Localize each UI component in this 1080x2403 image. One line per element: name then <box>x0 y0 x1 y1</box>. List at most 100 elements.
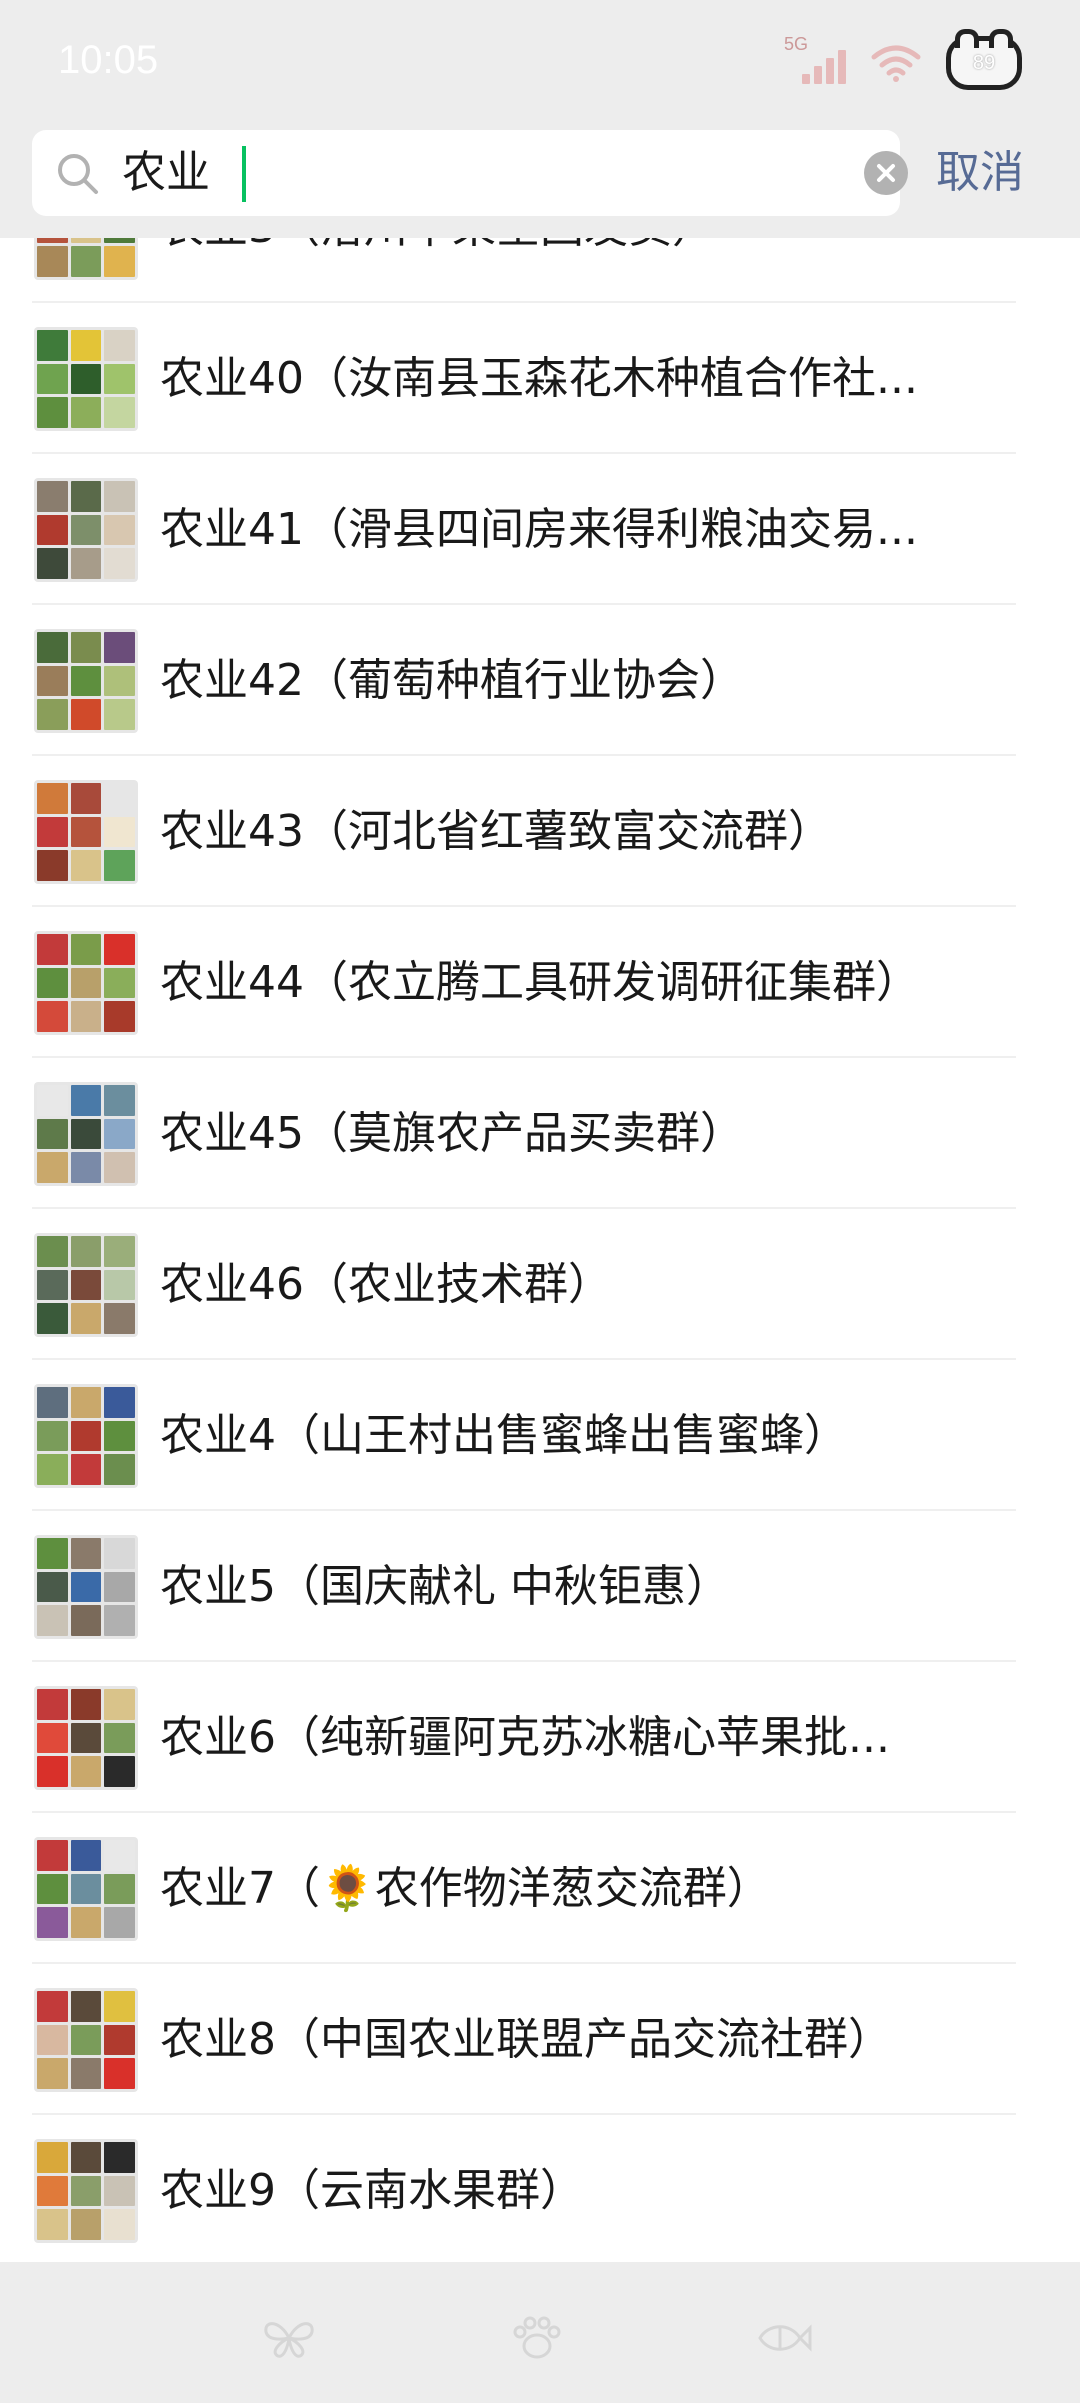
member-avatar-tile <box>37 2024 68 2056</box>
group-name: 农业5（国庆献礼 中秋钜惠） <box>160 1561 730 1612</box>
group-result-row[interactable]: 农业44（农立腾工具研发调研征集群） <box>0 907 1080 1058</box>
member-avatar-tile <box>104 548 135 579</box>
member-avatar-tile <box>70 548 102 579</box>
member-avatar-tile <box>37 1605 68 1636</box>
group-result-row[interactable]: 农业43（河北省红薯致富交流群） <box>0 756 1080 907</box>
member-avatar-tile <box>37 1152 68 1183</box>
battery-level: 89 <box>972 51 996 74</box>
member-avatar-tile <box>37 397 68 428</box>
group-result-row[interactable]: 农业6（纯新疆阿克苏冰糖心苹果批... <box>0 1662 1080 1813</box>
group-result-row[interactable]: 农业7（🌻农作物洋葱交流群） <box>0 1813 1080 1964</box>
member-avatar-tile <box>104 1571 135 1603</box>
member-avatar-tile <box>104 632 135 663</box>
group-result-row[interactable]: 农业45（莫旗农产品买卖群） <box>0 1058 1080 1209</box>
member-avatar-tile <box>70 1085 102 1116</box>
paw-icon[interactable] <box>508 2314 566 2362</box>
wifi-icon <box>871 45 921 82</box>
member-avatar-tile <box>70 1152 102 1183</box>
member-avatar-tile <box>104 1118 135 1150</box>
butterfly-icon[interactable] <box>260 2314 318 2362</box>
member-avatar-tile <box>104 1269 135 1301</box>
member-avatar-tile <box>104 514 135 546</box>
member-avatar-tile <box>104 1387 135 1418</box>
member-avatar-tile <box>104 2058 135 2089</box>
member-avatar-tile <box>104 1907 135 1938</box>
member-avatar-tile <box>104 397 135 428</box>
member-avatar-tile <box>104 783 135 814</box>
member-avatar-tile <box>104 850 135 881</box>
cancel-button[interactable]: 取消 <box>936 148 1024 198</box>
search-box[interactable] <box>32 130 908 216</box>
clear-search-button[interactable] <box>864 151 908 195</box>
group-avatar <box>34 327 138 431</box>
group-result-row[interactable]: 农业40（汝南县玉森花木种植合作社... <box>0 303 1080 454</box>
member-avatar-tile <box>37 1420 68 1452</box>
member-avatar-tile <box>70 2175 102 2207</box>
status-icons: 5G 89 <box>782 29 1022 90</box>
member-avatar-tile <box>37 665 68 697</box>
member-avatar-tile <box>70 246 102 277</box>
screen: 10:05 5G 89 农业 取消 农业40（汝南县玉森花木种植合作社... 农… <box>0 0 1080 2403</box>
member-avatar-tile <box>37 1538 68 1569</box>
member-avatar-tile <box>37 330 68 361</box>
member-avatar-tile <box>37 1236 68 1267</box>
member-avatar-tile <box>37 1001 68 1032</box>
member-avatar-tile <box>37 783 68 814</box>
member-avatar-tile <box>70 632 102 663</box>
member-avatar-tile <box>104 967 135 999</box>
group-name: 农业3（洛川苹果全国发货） <box>160 238 716 258</box>
group-name: 农业40（汝南县玉森花木种植合作社... <box>160 353 918 404</box>
group-name: 农业45（莫旗农产品买卖群） <box>160 1108 744 1159</box>
member-avatar-tile <box>104 1085 135 1116</box>
group-name: 农业46（农业技术群） <box>160 1259 612 1310</box>
member-avatar-tile <box>70 699 102 730</box>
member-avatar-tile <box>37 1387 68 1418</box>
member-avatar-tile <box>37 2175 68 2207</box>
group-result-row[interactable]: 农业42（葡萄种植行业协会） <box>0 605 1080 756</box>
group-result-row[interactable]: 农业3（洛川苹果全国发货） <box>0 238 1080 303</box>
member-avatar-tile <box>104 2024 135 2056</box>
member-avatar-tile <box>37 934 68 965</box>
fish-icon[interactable] <box>754 2314 812 2362</box>
group-result-row[interactable]: 农业9（云南水果群） <box>0 2115 1080 2262</box>
group-avatar <box>34 1837 138 1941</box>
member-avatar-tile <box>37 699 68 730</box>
member-avatar-tile <box>70 1907 102 1938</box>
member-avatar-tile <box>70 1840 102 1871</box>
member-avatar-tile <box>104 2175 135 2207</box>
group-name: 农业44（农立腾工具研发调研征集群） <box>160 957 920 1008</box>
member-avatar-tile <box>70 934 102 965</box>
group-result-row[interactable]: 农业5（国庆献礼 中秋钜惠） <box>0 1511 1080 1662</box>
member-avatar-tile <box>37 238 68 244</box>
group-avatar <box>34 1535 138 1639</box>
member-avatar-tile <box>70 1236 102 1267</box>
member-avatar-tile <box>70 1118 102 1150</box>
member-avatar-tile <box>70 665 102 697</box>
status-time: 10:05 <box>58 38 159 82</box>
group-result-row[interactable]: 农业4（山王村出售蜜蜂出售蜜蜂） <box>0 1360 1080 1511</box>
group-avatar <box>34 1233 138 1337</box>
member-avatar-tile <box>104 699 135 730</box>
group-name: 农业41（滑县四间房来得利粮油交易... <box>160 504 918 555</box>
member-avatar-tile <box>70 238 102 244</box>
member-avatar-tile <box>70 1756 102 1787</box>
search-results-inner: 农业3（洛川苹果全国发货） 农业40（汝南县玉森花木种植合作社... 农业41（滑县… <box>0 238 1080 2262</box>
group-name: 农业43（河北省红薯致富交流群） <box>160 806 832 857</box>
member-avatar-tile <box>104 934 135 965</box>
search-input[interactable] <box>122 138 742 208</box>
member-avatar-tile <box>37 1571 68 1603</box>
member-avatar-tile <box>104 1605 135 1636</box>
close-icon <box>877 164 895 182</box>
group-result-row[interactable]: 农业46（农业技术群） <box>0 1209 1080 1360</box>
bottom-navigation-bar <box>0 2262 1080 2403</box>
battery-icon: 89 <box>946 29 1022 90</box>
member-avatar-tile <box>37 850 68 881</box>
group-result-row[interactable]: 农业8（中国农业联盟产品交流社群） <box>0 1964 1080 2115</box>
member-avatar-tile <box>70 1387 102 1418</box>
search-results-list[interactable]: 农业3（洛川苹果全国发货） 农业40（汝南县玉森花木种植合作社... 农业41（滑县… <box>0 238 1080 2262</box>
group-avatar <box>34 629 138 733</box>
group-result-row[interactable]: 农业41（滑县四间房来得利粮油交易... <box>0 454 1080 605</box>
search-bar: 取消 <box>0 128 1080 238</box>
group-avatar <box>34 1686 138 1790</box>
member-avatar-tile <box>37 246 68 277</box>
